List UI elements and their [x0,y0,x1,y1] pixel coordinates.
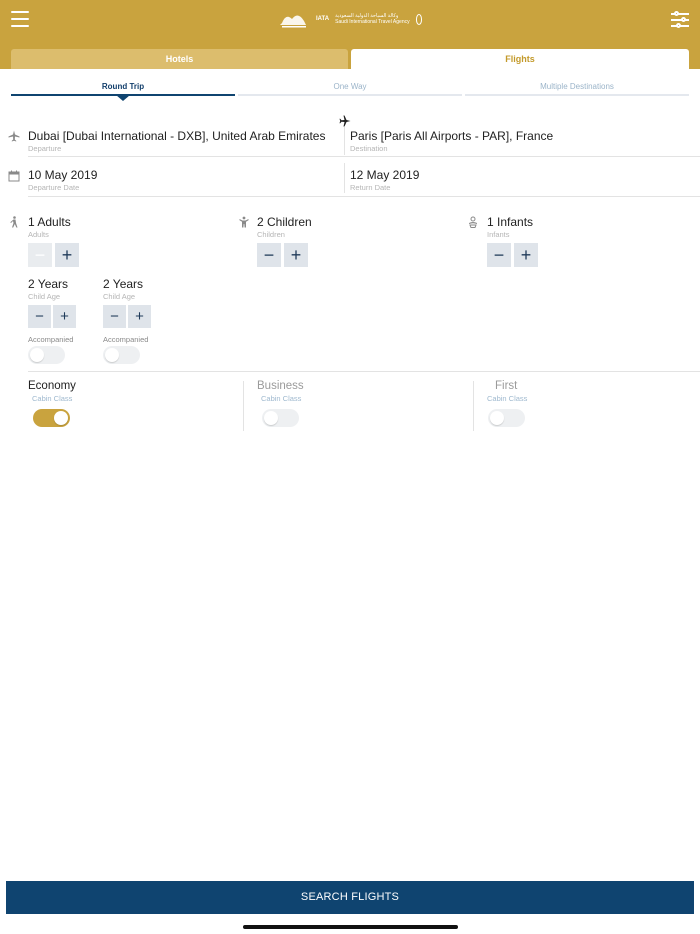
tab-multiple-destinations[interactable]: Multiple Destinations [465,82,689,96]
cabin-first-label: Cabin Class [487,394,528,403]
return-date-label: Return Date [350,183,391,192]
children-count: 2 Children [257,215,312,229]
child-2-age-decrement-button[interactable]: − [103,305,126,328]
tab-one-way-label: One Way [333,82,367,91]
seal-icon [415,13,422,25]
tab-round-trip[interactable]: Round Trip [11,82,235,101]
child-1-accompanied-toggle[interactable] [28,346,65,364]
tab-multiple-destinations-label: Multiple Destinations [540,82,614,91]
cabin-divider [473,381,474,431]
adult-walking-icon [10,216,18,228]
destination-plane-icon [339,115,351,127]
cabin-divider [243,381,244,431]
infants-increment-button[interactable]: + [514,243,538,267]
iata-badge: IATA [316,16,330,22]
divider [28,371,700,372]
cabin-economy-label: Cabin Class [32,394,73,403]
departure-date-label: Departure Date [28,183,80,192]
calendar-icon [8,170,20,182]
child-1-age-label: Child Age [28,292,61,301]
active-tab-indicator [116,95,130,101]
adults-count: 1 Adults [28,215,71,229]
cabin-economy-title: Economy [28,380,76,392]
route-divider [344,127,345,155]
adults-label: Adults [28,230,49,239]
child-2-accompanied-label: Accompanied [103,335,149,344]
infant-icon [469,216,477,228]
child-2-age: 2 Years [103,277,144,291]
dates-divider [344,163,345,193]
logo-text: وكالة السياحة الدولية السعودية Saudi Int… [335,13,410,25]
destination-field[interactable]: Paris [Paris All Airports - PAR], France [350,129,553,143]
logo-mark [278,9,310,29]
logo-text-english: Saudi International Travel Agency [335,19,410,25]
divider [28,156,700,157]
departure-field[interactable]: Dubai [Dubai International - DXB], Unite… [28,129,325,143]
infants-label: Infants [487,230,510,239]
cabin-business-label: Cabin Class [261,394,302,403]
child-1-age: 2 Years [28,277,69,291]
tab-flights[interactable]: Flights [351,49,689,69]
cabin-economy-toggle[interactable] [33,409,70,427]
children-increment-button[interactable]: + [284,243,308,267]
child-1-age-decrement-button[interactable]: − [28,305,51,328]
children-decrement-button[interactable]: − [257,243,281,267]
child-icon [239,216,249,228]
tab-hotels[interactable]: Hotels [11,49,348,69]
agency-logo: IATA وكالة السياحة الدولية السعودية Saud… [278,8,422,30]
tab-one-way[interactable]: One Way [238,82,462,96]
filter-sliders-icon[interactable] [671,10,689,28]
children-label: Children [257,230,285,239]
child-2-age-increment-button[interactable]: + [128,305,151,328]
menu-icon[interactable] [11,11,29,27]
search-flights-button[interactable]: SEARCH FLIGHTS [6,881,694,914]
cabin-business-toggle[interactable] [262,409,299,427]
home-indicator[interactable] [243,925,458,929]
child-1-age-increment-button[interactable]: + [53,305,76,328]
departure-label: Departure [28,144,62,153]
departure-plane-icon [8,130,20,142]
child-2-accompanied-toggle[interactable] [103,346,140,364]
tab-round-trip-label: Round Trip [101,82,145,91]
divider [28,196,700,197]
cabin-first-toggle[interactable] [488,409,525,427]
adults-decrement-button[interactable]: − [28,243,52,267]
infants-decrement-button[interactable]: − [487,243,511,267]
infants-count: 1 Infants [487,215,534,229]
departure-date-field[interactable]: 10 May 2019 [28,168,97,182]
cabin-business-title: Business [257,380,304,392]
cabin-first-title: First [495,380,518,392]
destination-label: Destination [350,144,388,153]
return-date-field[interactable]: 12 May 2019 [350,168,419,182]
child-2-age-label: Child Age [103,292,136,301]
child-1-accompanied-label: Accompanied [28,335,74,344]
adults-increment-button[interactable]: + [55,243,79,267]
